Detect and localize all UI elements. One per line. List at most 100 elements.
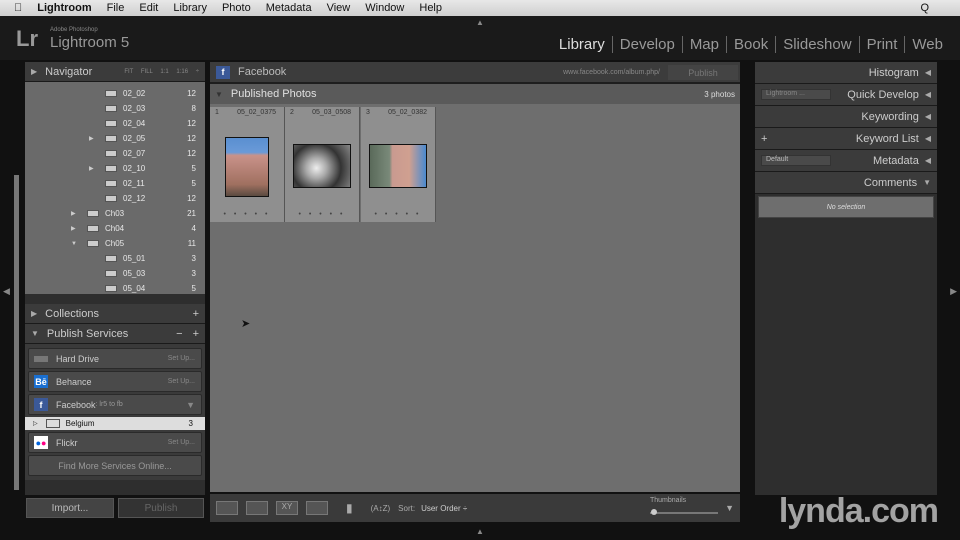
- menu-window[interactable]: Window: [365, 2, 404, 14]
- metadata-header[interactable]: Default Metadata ◀: [755, 150, 937, 172]
- sort-dropdown[interactable]: User Order ÷: [421, 504, 467, 513]
- zoom-fill[interactable]: FILL: [141, 69, 153, 75]
- expand-icon[interactable]: ▶: [89, 135, 105, 142]
- album-url[interactable]: www.facebook.com/album.php/: [563, 69, 660, 76]
- publish-left-button[interactable]: Publish: [118, 498, 204, 518]
- module-web[interactable]: Web: [904, 36, 950, 53]
- loupe-view-icon[interactable]: [246, 501, 268, 515]
- collapse-bottom-icon[interactable]: ▲: [476, 527, 484, 536]
- collection-belgium[interactable]: ▷ Belgium 3: [25, 417, 205, 430]
- painter-icon[interactable]: ▮: [346, 501, 353, 515]
- quick-develop-header[interactable]: Lightroom ... Quick Develop ◀: [755, 84, 937, 106]
- module-print[interactable]: Print: [858, 36, 905, 53]
- collections-header[interactable]: ▶ Collections +: [25, 304, 205, 324]
- folder-row[interactable]: 02_02 12: [25, 86, 205, 101]
- folder-row[interactable]: 05_04 5: [25, 281, 205, 294]
- publish-services-header[interactable]: ▼ Publish Services − +: [25, 324, 205, 344]
- service-menu-icon[interactable]: ▼: [186, 400, 195, 410]
- rating-stars[interactable]: • • • • •: [285, 211, 359, 218]
- preset-select[interactable]: Lightroom ...: [761, 89, 831, 100]
- photo-cell[interactable]: 2 05_03_0508 • • • • •: [285, 107, 360, 222]
- zoom-custom[interactable]: 1:16 ÷: [176, 69, 199, 75]
- metadata-preset-select[interactable]: Default: [761, 155, 831, 166]
- photo-cell[interactable]: 3 05_02_0382 • • • • •: [361, 107, 436, 222]
- folder-row[interactable]: 02_07 12: [25, 146, 205, 161]
- folder-row[interactable]: ▼ Ch05 11: [25, 236, 205, 251]
- collapse-top-icon[interactable]: ▲: [476, 18, 484, 27]
- setup-button[interactable]: Set Up...: [168, 355, 195, 362]
- published-photos-header[interactable]: ▼ Published Photos 3 photos: [210, 84, 740, 104]
- photo-thumbnail[interactable]: [369, 144, 427, 188]
- folder-row[interactable]: 05_01 3: [25, 251, 205, 266]
- menu-file[interactable]: File: [107, 2, 125, 14]
- menu-view[interactable]: View: [327, 2, 351, 14]
- menu-library[interactable]: Library: [173, 2, 207, 14]
- folder-count: 12: [187, 149, 196, 158]
- rating-stars[interactable]: • • • • •: [361, 211, 435, 218]
- photo-thumbnail[interactable]: [293, 144, 351, 188]
- left-panel-scrollbar[interactable]: [14, 175, 19, 490]
- service-behance[interactable]: Bē Behance Set Up...: [28, 371, 202, 392]
- collapse-left-icon[interactable]: ◀: [3, 286, 10, 297]
- add-service-icon[interactable]: +: [193, 328, 199, 340]
- navigator-header[interactable]: ▶ Navigator FIT FILL 1:1 1:16 ÷: [25, 62, 205, 82]
- service-facebook[interactable]: f Facebook: lr5 to fb ▼: [28, 394, 202, 415]
- module-map[interactable]: Map: [681, 36, 726, 53]
- compare-view-icon[interactable]: XY: [276, 501, 298, 515]
- setup-button[interactable]: Set Up...: [168, 439, 195, 446]
- expand-icon[interactable]: ▶: [71, 225, 87, 232]
- sort-direction-icon[interactable]: (A↕Z): [371, 504, 391, 513]
- expand-icon[interactable]: ▶: [71, 210, 87, 217]
- toolbar-menu-icon[interactable]: ▼: [725, 503, 734, 513]
- module-slideshow[interactable]: Slideshow: [775, 36, 858, 53]
- module-library[interactable]: Library: [552, 36, 612, 53]
- folder-row[interactable]: 02_04 12: [25, 116, 205, 131]
- import-button[interactable]: Import...: [26, 498, 114, 518]
- module-develop[interactable]: Develop: [611, 36, 682, 53]
- comments-header[interactable]: Comments ▼: [755, 172, 937, 194]
- survey-view-icon[interactable]: [306, 501, 328, 515]
- menu-edit[interactable]: Edit: [139, 2, 158, 14]
- menu-help[interactable]: Help: [419, 2, 442, 14]
- menu-metadata[interactable]: Metadata: [266, 2, 312, 14]
- folder-row[interactable]: 02_03 8: [25, 101, 205, 116]
- lightroom-logo: Lr: [16, 26, 38, 51]
- zoom-1-1[interactable]: 1:1: [160, 69, 168, 75]
- expand-icon[interactable]: ▶: [89, 165, 105, 172]
- menu-photo[interactable]: Photo: [222, 2, 251, 14]
- publish-button[interactable]: Publish: [668, 65, 738, 80]
- zoom-fit[interactable]: FIT: [124, 69, 133, 75]
- folder-row[interactable]: ▶ 02_05 12: [25, 131, 205, 146]
- folder-row[interactable]: 02_11 5: [25, 176, 205, 191]
- slider-handle[interactable]: [651, 509, 657, 515]
- remove-service-icon[interactable]: −: [176, 328, 182, 340]
- setup-button[interactable]: Set Up...: [168, 378, 195, 385]
- thumbnail-size-slider[interactable]: [650, 512, 718, 514]
- photo-cell[interactable]: 1 05_02_0375 • • • • •: [210, 107, 285, 222]
- service-flickr[interactable]: ● ● Flickr Set Up...: [28, 432, 202, 453]
- apple-menu-icon[interactable]: : [14, 2, 22, 14]
- menu-lightroom[interactable]: Lightroom: [37, 2, 91, 14]
- find-more-services-button[interactable]: Find More Services Online...: [28, 455, 202, 476]
- folder-row[interactable]: ▶ 02_10 5: [25, 161, 205, 176]
- add-collection-icon[interactable]: +: [193, 308, 199, 320]
- module-book[interactable]: Book: [726, 36, 775, 53]
- expand-icon[interactable]: ▼: [71, 241, 87, 247]
- folder-row[interactable]: ▶ Ch04 4: [25, 221, 205, 236]
- photo-thumbnail[interactable]: [225, 137, 269, 197]
- folder-name: 02_07: [123, 149, 146, 158]
- add-keyword-icon[interactable]: +: [761, 133, 767, 145]
- folder-name: 05_03: [123, 269, 146, 278]
- histogram-header[interactable]: Histogram ◀: [755, 62, 937, 84]
- collapse-right-icon[interactable]: ▶: [950, 286, 957, 297]
- grid-view-icon[interactable]: [216, 501, 238, 515]
- spotlight-search-icon[interactable]: Q: [920, 2, 929, 14]
- keywording-header[interactable]: Keywording ◀: [755, 106, 937, 128]
- service-hard-drive[interactable]: Hard Drive Set Up...: [28, 348, 202, 369]
- keyword-list-header[interactable]: + Keyword List ◀: [755, 128, 937, 150]
- folder-row[interactable]: 02_12 12: [25, 191, 205, 206]
- folder-row[interactable]: 05_03 3: [25, 266, 205, 281]
- rating-stars[interactable]: • • • • •: [210, 211, 284, 218]
- folder-row[interactable]: ▶ Ch03 21: [25, 206, 205, 221]
- folder-count: 3: [191, 269, 196, 278]
